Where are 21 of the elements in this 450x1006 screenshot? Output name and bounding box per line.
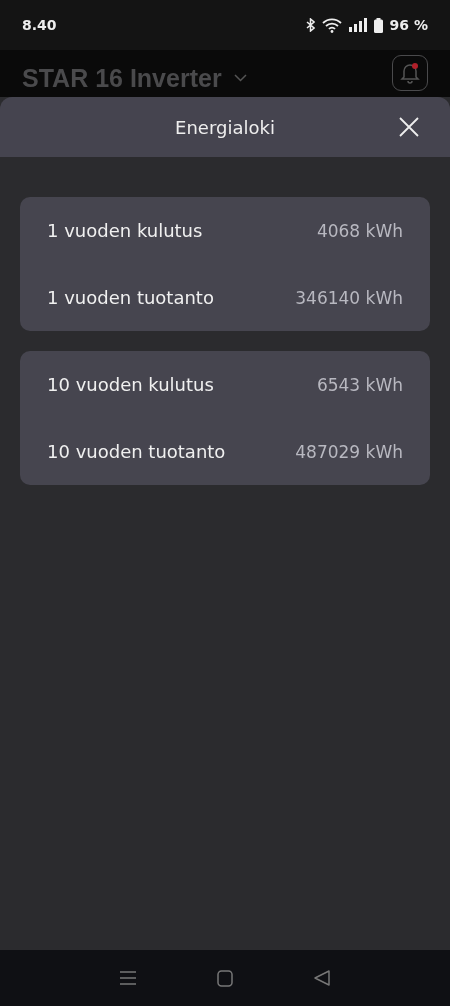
stat-value: 6543 kWh bbox=[316, 374, 403, 395]
device-title: STAR 16 Inverter bbox=[22, 64, 222, 93]
stat-value: 4068 kWh bbox=[316, 220, 403, 241]
stat-label: 10 vuoden kulutus bbox=[47, 374, 214, 395]
chevron-down-icon[interactable] bbox=[233, 74, 247, 82]
notification-button[interactable] bbox=[392, 55, 428, 91]
stat-label: 10 vuoden tuotanto bbox=[47, 441, 226, 462]
battery-percent: 96 % bbox=[389, 17, 428, 33]
back-icon[interactable] bbox=[313, 970, 330, 986]
menu-icon[interactable] bbox=[120, 970, 137, 986]
status-time: 8.40 bbox=[22, 17, 58, 33]
wifi-icon bbox=[321, 17, 342, 33]
stat-value: 346140 kWh bbox=[295, 287, 403, 308]
stat-label: 1 vuoden tuotanto bbox=[47, 287, 214, 308]
signal-icon bbox=[348, 18, 367, 32]
sheet-title: Energialoki bbox=[175, 116, 275, 138]
battery-icon bbox=[373, 17, 383, 33]
home-icon[interactable] bbox=[217, 969, 233, 987]
stat-label: 1 vuoden kulutus bbox=[47, 220, 203, 241]
bluetooth-icon bbox=[305, 18, 315, 32]
stat-value: 487029 kWh bbox=[295, 441, 403, 462]
